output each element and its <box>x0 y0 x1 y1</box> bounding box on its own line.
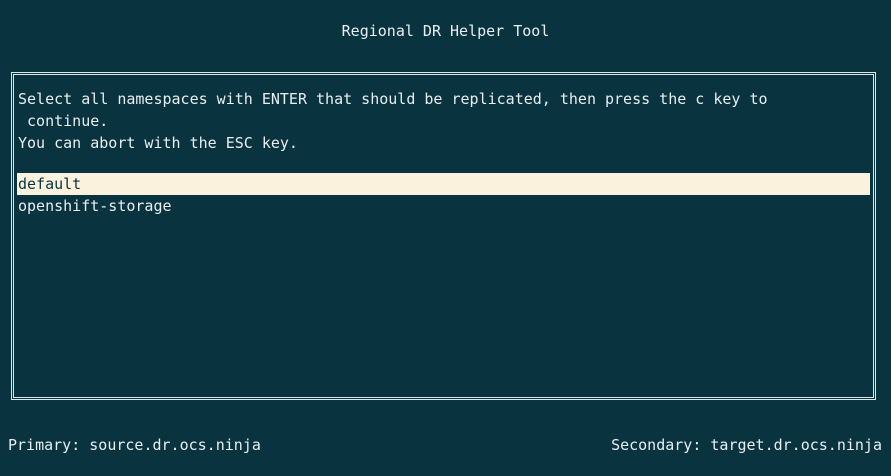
app-title: Regional DR Helper Tool <box>341 22 550 40</box>
instructions: Select all namespaces with ENTER that sh… <box>18 88 867 154</box>
instruction-line: You can abort with the ESC key. <box>18 134 298 152</box>
namespace-list: default openshift-storage <box>17 173 870 217</box>
instruction-line: continue. <box>18 112 109 130</box>
namespace-item-default[interactable]: default <box>17 173 870 195</box>
secondary-cluster-status: Secondary: target.dr.ocs.ninja <box>611 436 882 454</box>
instruction-line: Select all namespaces with ENTER that sh… <box>18 90 768 108</box>
namespace-item-openshift-storage[interactable]: openshift-storage <box>17 195 870 217</box>
namespace-selection-panel: Select all namespaces with ENTER that sh… <box>11 72 876 400</box>
primary-cluster-status: Primary: source.dr.ocs.ninja <box>8 436 261 454</box>
